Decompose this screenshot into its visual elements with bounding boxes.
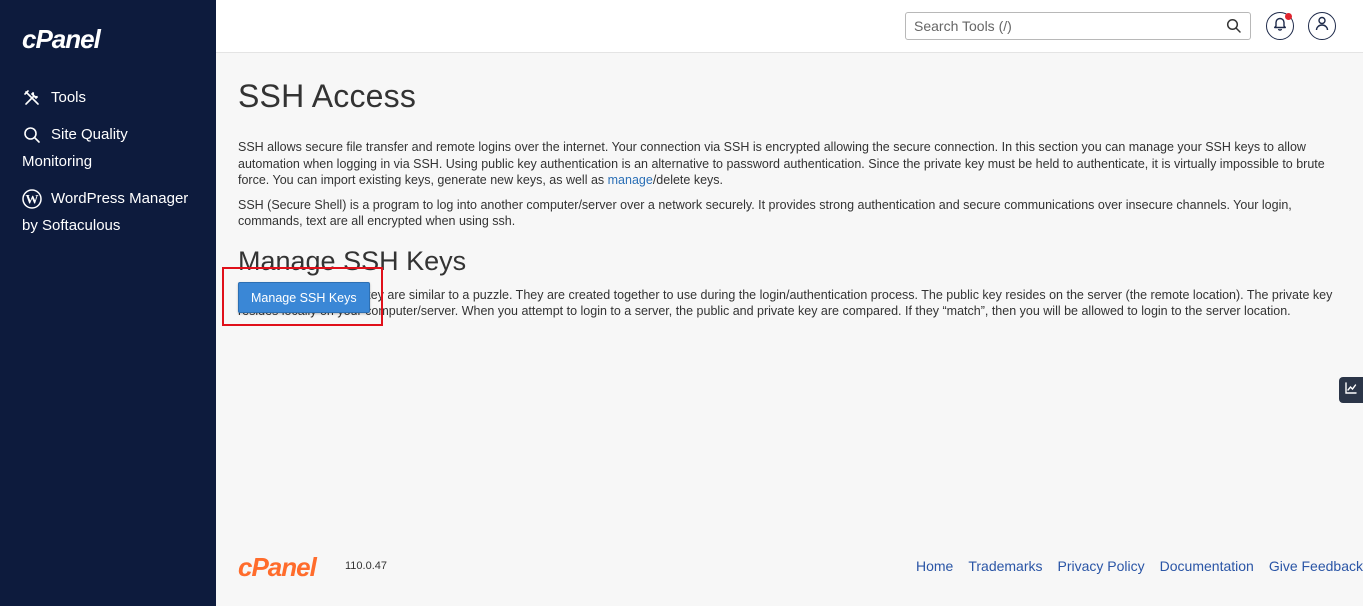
- search-icon: [22, 125, 42, 145]
- main-area: SSH Access SSH allows secure file transf…: [216, 0, 1363, 606]
- footer-link-trademarks[interactable]: Trademarks: [968, 558, 1042, 574]
- footer-link-documentation[interactable]: Documentation: [1160, 558, 1254, 574]
- sidebar-item-tools[interactable]: Tools: [0, 84, 216, 111]
- user-menu-button[interactable]: [1308, 12, 1336, 40]
- section-description: The public and private key are similar t…: [238, 287, 1333, 319]
- manage-ssh-keys-button[interactable]: Manage SSH Keys: [238, 282, 370, 313]
- page-title: SSH Access: [238, 78, 417, 114]
- footer-link-privacy-policy[interactable]: Privacy Policy: [1058, 558, 1145, 574]
- intro-paragraph: SSH allows secure file transfer and remo…: [238, 139, 1343, 189]
- cpanel-logo[interactable]: cPanel: [22, 24, 101, 55]
- page-content: SSH Access SSH allows secure file transf…: [238, 78, 1343, 328]
- sidebar-item-label-cont: Monitoring: [22, 153, 93, 170]
- sidebar: cPanel Tools Site Quality Monitoring W W…: [0, 0, 216, 606]
- footer-cpanel-logo: cPanel: [238, 552, 317, 582]
- stats-panel-toggle[interactable]: [1339, 377, 1363, 403]
- chart-icon: [1345, 381, 1357, 399]
- version-label: 110.0.47: [345, 560, 388, 572]
- svg-text:W: W: [26, 191, 39, 206]
- notification-badge: [1285, 13, 1292, 20]
- sidebar-item-label: Site Quality: [51, 126, 128, 143]
- user-icon: [1315, 16, 1329, 36]
- wordpress-icon: W: [22, 188, 42, 209]
- highlight-box: Manage SSH Keys: [222, 267, 383, 326]
- footer: cPanel 110.0.47 Home Trademarks Privacy …: [238, 552, 1363, 582]
- intro-text: SSH allows secure file transfer and remo…: [238, 140, 1325, 187]
- section-title: Manage SSH Keys: [238, 245, 467, 276]
- sidebar-item-label-cont: by Softaculous: [22, 217, 121, 234]
- bell-icon: [1273, 16, 1287, 36]
- tools-icon: [22, 88, 42, 108]
- search-box: [905, 12, 1251, 40]
- sidebar-item-site-quality-monitoring[interactable]: Site Quality Monitoring: [0, 121, 216, 175]
- search-input[interactable]: [906, 18, 1216, 34]
- intro-text-end: /delete keys.: [652, 173, 724, 187]
- ssh-description: SSH (Secure Shell) is a program to log i…: [238, 197, 1292, 229]
- footer-links: Home Trademarks Privacy Policy Documenta…: [916, 558, 1363, 574]
- footer-link-home[interactable]: Home: [916, 558, 953, 574]
- sidebar-nav: Tools Site Quality Monitoring W WordPres…: [0, 84, 216, 249]
- sidebar-item-wordpress-manager[interactable]: W WordPress Manager by Softaculous: [0, 185, 216, 239]
- manage-link[interactable]: manage: [608, 173, 653, 187]
- sidebar-item-label: WordPress Manager: [51, 190, 189, 207]
- search-icon[interactable]: [1226, 18, 1242, 39]
- app-root: cPanel Tools Site Quality Monitoring W W…: [0, 0, 1363, 606]
- sidebar-item-label: Tools: [51, 89, 87, 106]
- notifications-button[interactable]: [1266, 12, 1294, 40]
- footer-link-give-feedback[interactable]: Give Feedback: [1269, 558, 1363, 574]
- top-bar: [216, 0, 1363, 53]
